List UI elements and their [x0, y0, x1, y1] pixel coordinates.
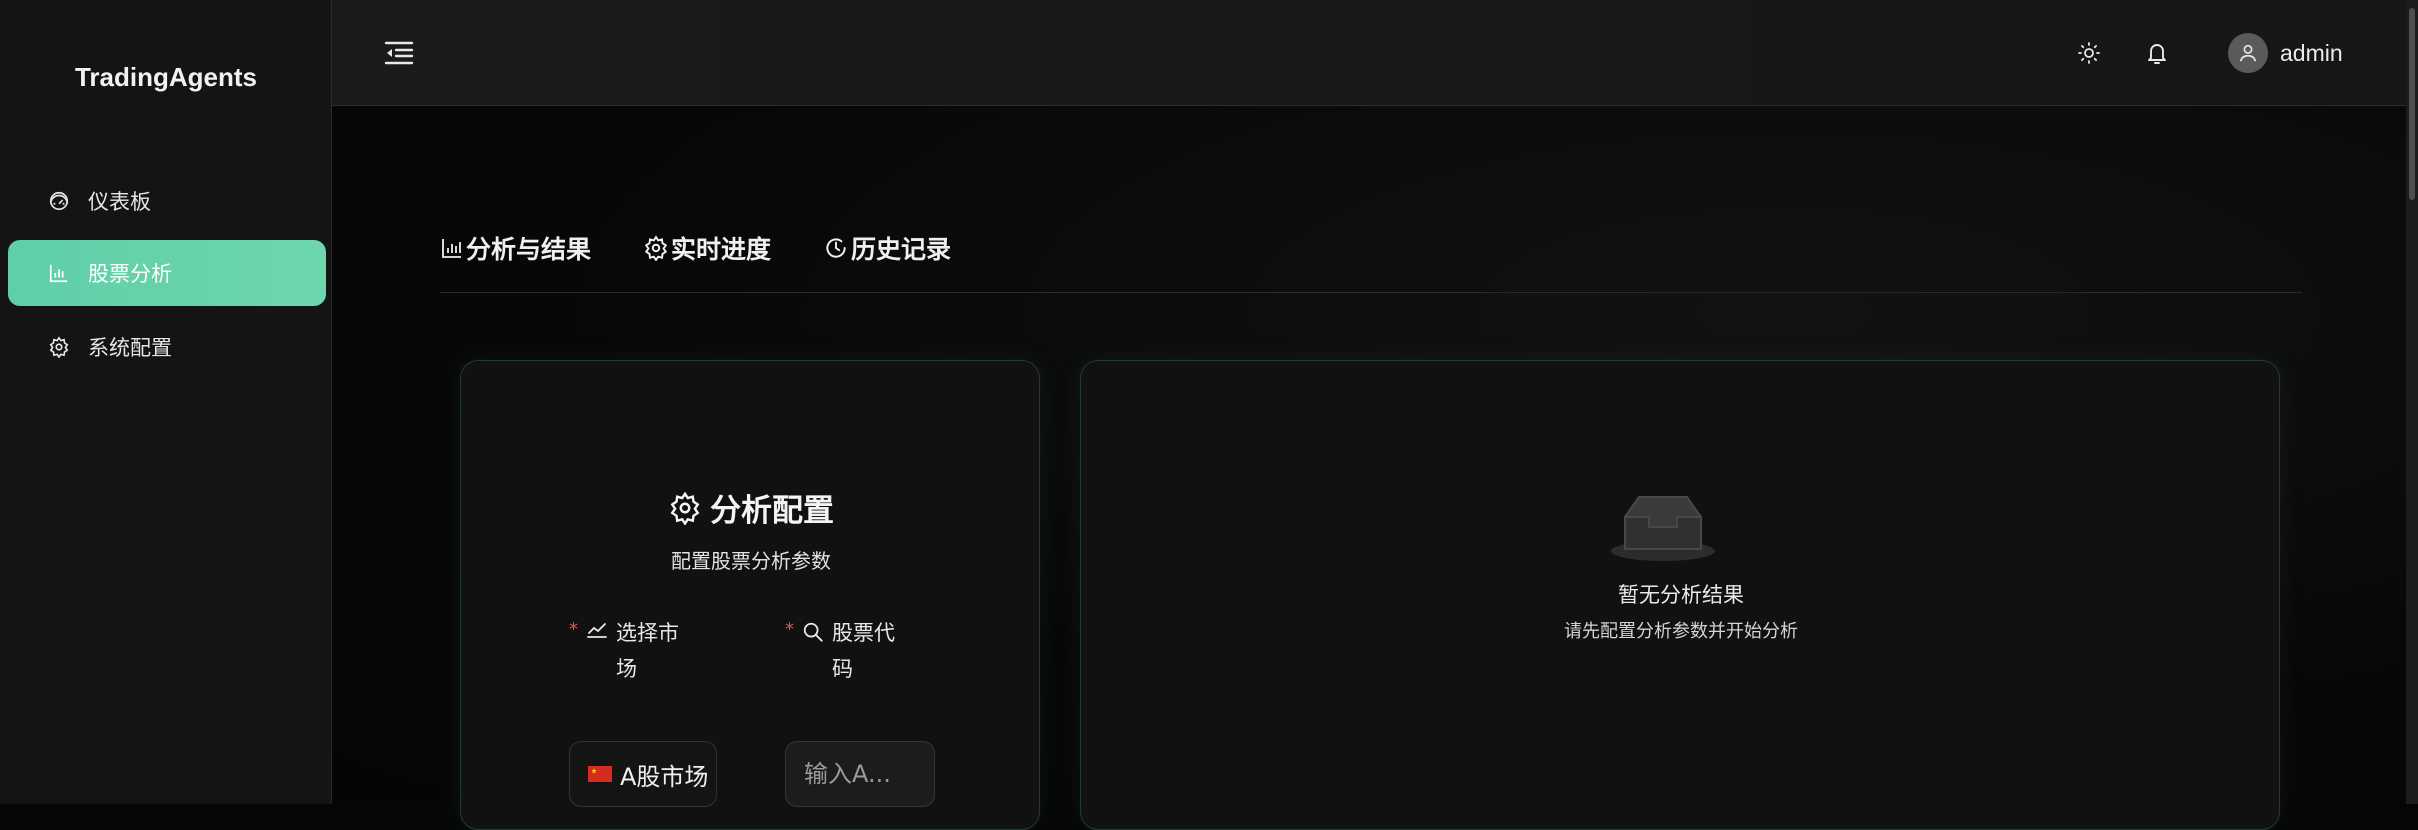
gear-icon: [46, 334, 72, 360]
scrollbar-thumb[interactable]: [2409, 8, 2415, 200]
config-title: 分析配置: [461, 485, 1041, 530]
sidebar-item-dashboard[interactable]: 仪表板: [8, 168, 326, 234]
sidebar-item-label: 仪表板: [88, 190, 151, 214]
tab-history[interactable]: 历史记录: [823, 228, 951, 268]
market-select-value: A股市场: [620, 762, 709, 791]
config-subtitle: 配置股票分析参数: [671, 549, 831, 573]
config-title-text: 分析配置: [710, 493, 834, 529]
avatar: [2228, 33, 2268, 73]
menu-fold-icon[interactable]: [382, 36, 416, 70]
brand-logo[interactable]: TradingAgents: [0, 62, 332, 93]
tab-label: 分析与结果: [466, 235, 592, 264]
main-content: 分析与结果 实时进度 历史记录 分析配置 配置股票分析参数 * 选择市场 * 股…: [332, 106, 2406, 830]
market-label-text: 选择市场: [616, 621, 679, 681]
sidebar-item-label: 股票分析: [88, 262, 172, 286]
market-field-label: * 选择市场: [569, 615, 688, 687]
line-chart-icon: [586, 621, 608, 639]
username: admin: [2280, 39, 2343, 66]
stock-code-input[interactable]: [785, 741, 935, 807]
sun-icon[interactable]: [2072, 36, 2106, 70]
page-scrollbar[interactable]: [2406, 0, 2418, 804]
analysis-tabs: 分析与结果 实时进度 历史记录: [440, 228, 2302, 293]
bar-chart-icon: [440, 236, 464, 260]
required-asterisk: *: [785, 619, 794, 640]
user-menu[interactable]: admin: [2228, 32, 2343, 74]
tab-label: 历史记录: [851, 235, 952, 264]
gear-icon: [668, 491, 702, 525]
top-header: admin: [332, 0, 2406, 106]
empty-results-title: 暂无分析结果: [1618, 583, 1744, 607]
sidebar-item-stock-analysis[interactable]: 股票分析: [8, 240, 326, 306]
bell-icon[interactable]: [2140, 36, 2174, 70]
tab-analysis-results[interactable]: 分析与结果: [440, 228, 591, 268]
code-field-label: * 股票代码: [785, 615, 904, 687]
code-label-text: 股票代码: [832, 621, 895, 681]
gear-icon: [643, 235, 669, 261]
required-asterisk: *: [569, 619, 578, 640]
china-flag-icon: [588, 766, 612, 782]
market-select[interactable]: A股市场: [569, 741, 717, 807]
sidebar-item-label: 系统配置: [88, 336, 172, 360]
sidebar-item-system-config[interactable]: 系统配置: [8, 314, 326, 380]
empty-inbox-icon: [1609, 489, 1717, 569]
bar-chart-icon: [46, 260, 72, 286]
clock-icon: [823, 235, 849, 261]
sidebar: TradingAgents 仪表板 股票分析 系统配置: [0, 0, 332, 804]
analysis-config-card: 分析配置 配置股票分析参数 * 选择市场 * 股票代码 A股市场 输入A...: [460, 360, 1040, 830]
tab-realtime-progress[interactable]: 实时进度: [643, 228, 771, 268]
dashboard-icon: [46, 188, 72, 214]
empty-results-subtitle: 请先配置分析参数并开始分析: [1564, 621, 1798, 642]
search-icon: [802, 621, 824, 643]
tab-label: 实时进度: [671, 235, 772, 264]
analysis-results-card: 暂无分析结果 请先配置分析参数并开始分析: [1080, 360, 2280, 830]
